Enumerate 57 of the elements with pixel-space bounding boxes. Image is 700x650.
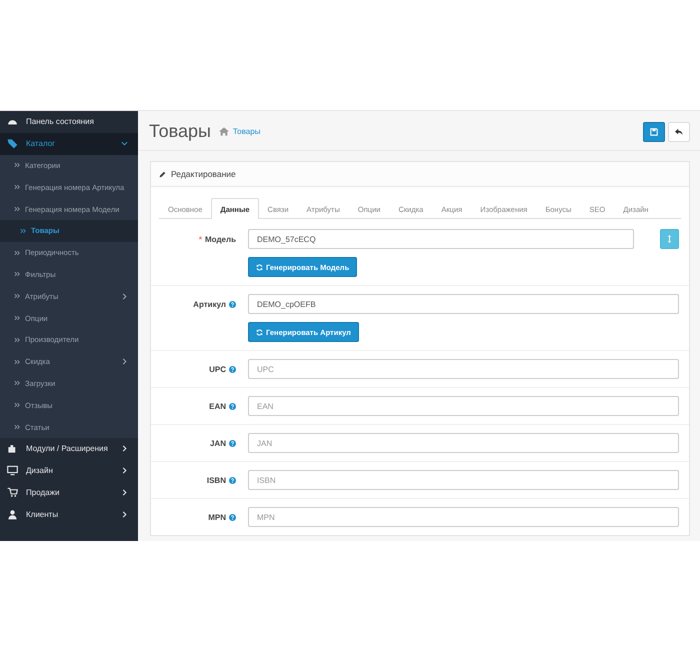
field-label: JAN	[210, 438, 226, 448]
pencil-icon	[159, 170, 166, 178]
vertical-arrows-icon	[667, 235, 672, 243]
refresh-icon	[256, 328, 263, 336]
sidebar-item[interactable]: Модули / Расширения	[0, 438, 138, 460]
caret-right-icon	[121, 488, 128, 496]
field-label: MPN	[208, 512, 226, 522]
sidebar-item[interactable]: Каталог	[0, 132, 138, 155]
input-field[interactable]: DEMO_57cECQ	[248, 229, 634, 249]
input-field[interactable]: ISBN	[248, 470, 679, 490]
input-field[interactable]: JAN	[248, 433, 679, 453]
double-chevron-icon	[14, 358, 20, 365]
caret-down-icon	[121, 140, 128, 148]
required-mark: *	[198, 234, 202, 244]
back-button[interactable]	[668, 122, 690, 142]
breadcrumb-link[interactable]: Товары	[232, 127, 260, 136]
double-chevron-icon	[14, 271, 20, 278]
double-chevron-icon	[14, 293, 20, 300]
sidebar-item[interactable]: Панель состояния	[0, 111, 138, 133]
puzzle-icon	[7, 443, 18, 454]
input-field[interactable]: DEMO_cpOEFB	[248, 294, 679, 314]
double-chevron-icon	[14, 206, 20, 212]
double-chevron-icon	[20, 228, 26, 234]
input-field[interactable]: EAN	[248, 396, 679, 416]
caret-right-icon	[121, 467, 128, 474]
caret-right-icon	[121, 510, 128, 518]
double-chevron-icon	[14, 402, 20, 408]
save-button[interactable]	[643, 122, 665, 142]
refresh-icon	[256, 264, 263, 270]
page-title: Товары	[149, 121, 211, 142]
double-chevron-icon	[14, 336, 20, 343]
sidebar-item[interactable]: Дизайн	[0, 460, 138, 482]
double-chevron-icon	[14, 250, 20, 256]
monitor-icon	[7, 465, 18, 476]
input-field[interactable]: UPC	[248, 359, 679, 379]
field-label: ISBN	[206, 476, 226, 484]
cart-icon	[7, 486, 18, 498]
field-label: Артикул	[193, 300, 226, 308]
caret-right-icon	[121, 445, 128, 452]
double-chevron-icon	[14, 184, 20, 190]
reply-arrow-icon	[675, 128, 683, 136]
double-chevron-icon	[14, 424, 20, 430]
double-chevron-icon	[14, 162, 20, 168]
field-label: Модель	[205, 234, 236, 244]
double-chevron-icon	[14, 315, 20, 322]
sidebar-item[interactable]: Клиенты	[0, 503, 138, 526]
field-label: EAN	[209, 402, 226, 410]
input-field[interactable]: MPN	[248, 507, 679, 527]
caret-right-icon	[121, 292, 128, 300]
caret-right-icon	[121, 358, 128, 366]
home-icon	[218, 127, 229, 136]
panel-title: Редактирование	[171, 169, 236, 179]
sidebar-item[interactable]: Продажи	[0, 482, 138, 504]
field-label: UPC	[209, 364, 226, 374]
tag-icon	[7, 138, 18, 150]
double-chevron-icon	[14, 380, 20, 386]
user-icon	[7, 508, 18, 520]
